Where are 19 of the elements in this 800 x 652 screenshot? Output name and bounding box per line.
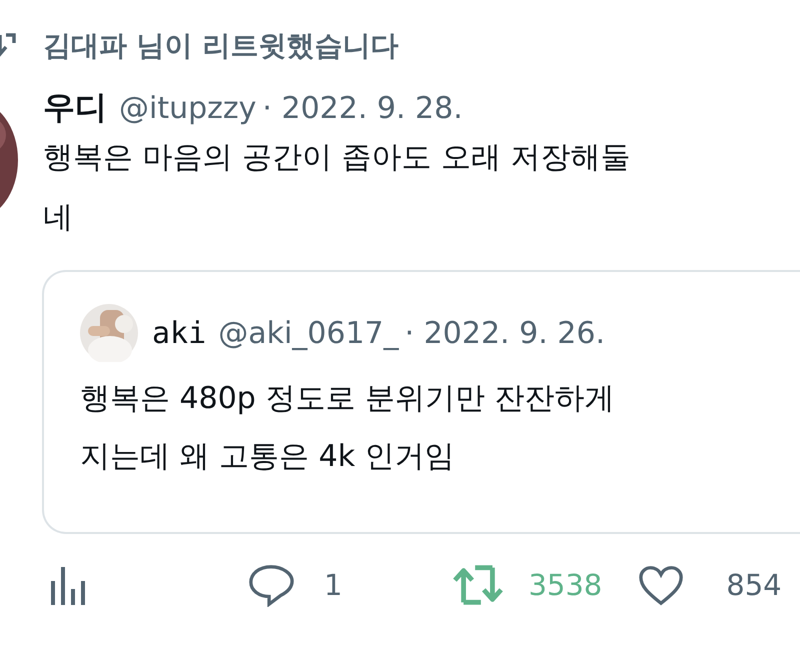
tweet-date[interactable]: · 2022. 9. 28. [262, 91, 463, 126]
tweet-text: 행복은 마음의 공간이 좁아도 오래 저장해둘 [43, 139, 632, 177]
like-count: 854 [726, 568, 782, 602]
tweet-text: 네 [43, 199, 74, 237]
quote-author-name[interactable]: aki [152, 316, 206, 350]
author-name[interactable]: 우디 [43, 86, 107, 130]
heart-icon[interactable] [638, 564, 684, 606]
quote-date[interactable]: · 2022. 9. 26. [404, 316, 606, 350]
author-handle[interactable]: @itupzzy [119, 91, 256, 126]
quote-text: 행복은 480p 정도로 분위기만 잔잔하게 [80, 380, 616, 418]
quote-text: 지는데 왜 고통은 4k 인거임 [80, 438, 456, 476]
quote-card[interactable]: aki @aki_0617_ · 2022. 9. 26. 행복은 480p 정도로 분위기만 잔잔하게 지는데 왜 고통은 4k 인거임 [42, 270, 800, 534]
stats-icon[interactable] [50, 565, 86, 605]
retweet-icon [0, 33, 18, 59]
reply-icon[interactable] [248, 563, 294, 607]
quote-author-handle[interactable]: @aki_0617_ [218, 316, 399, 350]
reply-count: 1 [324, 568, 342, 602]
retweet-count: 3538 [528, 568, 602, 602]
retweet-banner-text: 김대파 님이 리트윗했습니다 [43, 28, 398, 64]
